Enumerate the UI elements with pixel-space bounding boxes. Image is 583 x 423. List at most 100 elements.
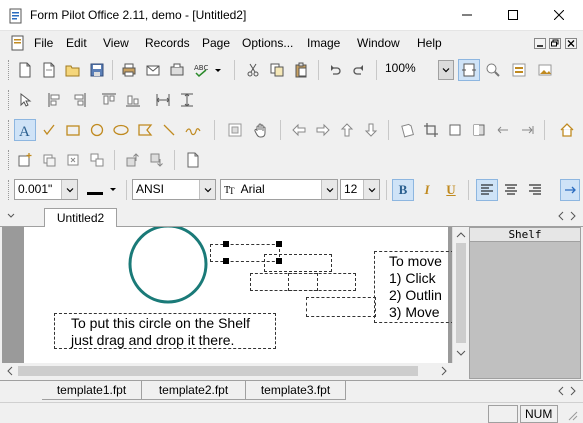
menu-view[interactable]: View <box>103 36 129 50</box>
tab-template3[interactable]: template3.fpt <box>246 381 346 400</box>
chevron-down-icon[interactable] <box>6 211 16 221</box>
next-button[interactable] <box>516 119 538 141</box>
mail-button[interactable] <box>142 59 164 81</box>
move-left-button[interactable] <box>288 119 310 141</box>
shelf-note-box[interactable]: To put this circle on the Shelf just dra… <box>54 313 276 349</box>
spellcheck-button[interactable]: ABC <box>190 59 212 81</box>
tab-template2[interactable]: template2.fpt <box>142 381 246 400</box>
menu-page[interactable]: Page <box>202 36 230 50</box>
text-tool-button[interactable]: A <box>14 119 36 141</box>
form-button[interactable] <box>508 59 530 81</box>
align-text-right-button[interactable] <box>524 179 546 201</box>
font-dropdown[interactable] <box>321 180 337 199</box>
bring-front-button[interactable] <box>122 149 144 171</box>
shelf-panel[interactable]: Shelf <box>469 227 581 379</box>
scroll-down-icon[interactable] <box>456 349 466 357</box>
pan-button[interactable] <box>250 119 272 141</box>
new-object-button[interactable] <box>14 149 36 171</box>
crop-button[interactable] <box>420 119 442 141</box>
shelf-body[interactable] <box>470 242 580 378</box>
save-button[interactable] <box>86 59 108 81</box>
resize-handle[interactable] <box>223 241 229 247</box>
line-color-button[interactable] <box>84 179 120 201</box>
form-field[interactable] <box>264 254 332 272</box>
image-button[interactable] <box>534 59 556 81</box>
tab-template1[interactable]: template1.fpt <box>42 381 142 400</box>
freehand-tool-button[interactable] <box>182 119 204 141</box>
minimize-button[interactable] <box>444 0 490 30</box>
form-field[interactable] <box>288 273 318 291</box>
align-left-button[interactable] <box>44 89 66 111</box>
zoom-button[interactable] <box>482 59 504 81</box>
fax-button[interactable] <box>166 59 188 81</box>
open-button[interactable] <box>62 59 84 81</box>
line-tool-button[interactable] <box>158 119 180 141</box>
circle-shape[interactable] <box>126 227 210 305</box>
move-note-box[interactable]: To move 1) Click 2) Outlin 3) Move <box>374 251 454 323</box>
send-back-button[interactable] <box>146 149 168 171</box>
horizontal-scrollbar[interactable] <box>2 363 452 379</box>
maximize-button[interactable] <box>490 0 536 30</box>
form-field[interactable] <box>306 297 376 317</box>
scroll-right-icon[interactable] <box>440 366 448 376</box>
cut-button[interactable] <box>242 59 264 81</box>
toolbar-grip[interactable] <box>8 90 11 110</box>
align-right-button[interactable] <box>68 89 90 111</box>
align-bottom-button[interactable] <box>122 89 144 111</box>
toolbar-grip[interactable] <box>8 180 11 200</box>
menu-window[interactable]: Window <box>357 36 400 50</box>
new-page-button[interactable] <box>38 59 60 81</box>
align-top-button[interactable] <box>98 89 120 111</box>
chevron-right-icon[interactable] <box>568 211 578 221</box>
new-button[interactable] <box>14 59 36 81</box>
resize-handle[interactable] <box>276 241 282 247</box>
print-button[interactable] <box>118 59 140 81</box>
underline-button[interactable]: U <box>440 179 462 201</box>
scroll-left-icon[interactable] <box>6 366 14 376</box>
same-height-button[interactable] <box>176 89 198 111</box>
horizontal-scroll-thumb[interactable] <box>18 366 418 376</box>
line-width-dropdown[interactable] <box>61 180 77 199</box>
ellipse-tool-button[interactable] <box>110 119 132 141</box>
select-button[interactable] <box>14 89 36 111</box>
circle-tool-button[interactable] <box>86 119 108 141</box>
menu-records[interactable]: Records <box>145 36 190 50</box>
rectangle-tool-button[interactable] <box>62 119 84 141</box>
fit-page-button[interactable] <box>458 59 480 81</box>
copy-button[interactable] <box>266 59 288 81</box>
resize-handle[interactable] <box>223 258 229 264</box>
chevron-left-icon[interactable] <box>556 386 566 396</box>
check-tool-button[interactable] <box>38 119 60 141</box>
chevron-left-icon[interactable] <box>556 211 566 221</box>
charset-dropdown[interactable] <box>199 180 215 199</box>
chevron-right-icon[interactable] <box>568 386 578 396</box>
menu-edit[interactable]: Edit <box>66 36 87 50</box>
align-text-center-button[interactable] <box>500 179 522 201</box>
zoom-dropdown[interactable] <box>438 60 454 80</box>
move-down-button[interactable] <box>360 119 382 141</box>
previous-button[interactable] <box>492 119 514 141</box>
same-width-button[interactable] <box>152 89 174 111</box>
toolbar-grip[interactable] <box>8 150 11 170</box>
font-size-dropdown[interactable] <box>363 180 379 199</box>
delete-object-button[interactable] <box>62 149 84 171</box>
grid-button[interactable] <box>224 119 246 141</box>
mdi-restore-button[interactable] <box>549 38 561 49</box>
scroll-up-icon[interactable] <box>456 231 466 239</box>
direction-button[interactable] <box>560 179 580 201</box>
move-right-button[interactable] <box>312 119 334 141</box>
document-icon[interactable] <box>10 35 26 51</box>
spellcheck-dropdown[interactable] <box>212 59 224 81</box>
font-combo[interactable]: TT Arial <box>220 179 338 200</box>
paste-button[interactable] <box>290 59 312 81</box>
menu-options[interactable]: Options... <box>242 36 293 50</box>
resize-grip-icon[interactable] <box>566 409 578 421</box>
menu-help[interactable]: Help <box>417 36 442 50</box>
line-width-combo[interactable]: 0.001" <box>14 179 78 200</box>
vertical-scrollbar[interactable] <box>452 227 468 363</box>
undo-button[interactable] <box>324 59 346 81</box>
shade-button[interactable] <box>468 119 490 141</box>
properties-button[interactable] <box>182 149 204 171</box>
toolbar-grip[interactable] <box>8 60 11 80</box>
frame-button[interactable] <box>444 119 466 141</box>
